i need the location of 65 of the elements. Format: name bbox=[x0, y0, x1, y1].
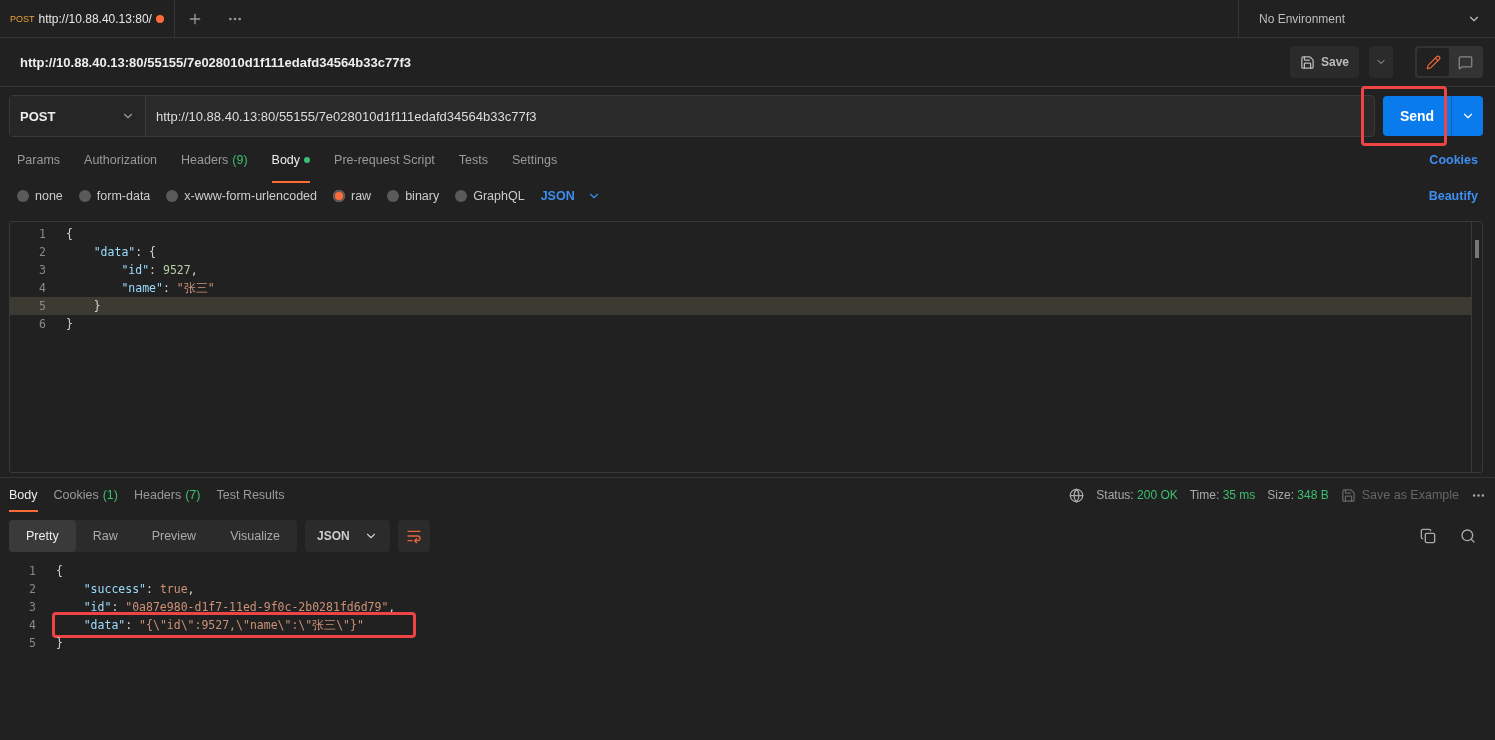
line-number: 3 bbox=[38, 263, 47, 277]
globe-icon[interactable] bbox=[1069, 487, 1085, 503]
pencil-icon[interactable] bbox=[1417, 48, 1449, 76]
request-title: http://10.88.40.13:80/55155/7e028010d1f111edafd34564b33c77f3 bbox=[20, 54, 411, 70]
url-bar[interactable]: POST http://10.88.40.13:80/55155/7e028010d1f111edafd34564b33c77f3 bbox=[9, 95, 1375, 137]
line-number: 4 bbox=[38, 281, 47, 295]
line-number: 4 bbox=[28, 618, 37, 632]
cookies-link[interactable]: Cookies bbox=[1429, 153, 1478, 167]
wrap-icon[interactable] bbox=[397, 520, 430, 552]
code-line: "name": "张三" bbox=[120, 280, 215, 296]
line-number: 6 bbox=[38, 317, 47, 331]
request-section-tab[interactable]: Pre-request Script bbox=[334, 137, 435, 183]
request-section-tab[interactable]: Settings bbox=[512, 137, 558, 183]
line-number: 1 bbox=[38, 227, 47, 241]
body-type-radio[interactable]: none bbox=[17, 189, 63, 203]
response-stat: Status: 200 OK bbox=[1096, 488, 1178, 502]
copy-icon[interactable] bbox=[1420, 528, 1436, 544]
save-button[interactable]: Save bbox=[1289, 46, 1359, 78]
body-type-radio[interactable]: raw bbox=[333, 189, 372, 203]
beautify-link[interactable]: Beautify bbox=[1428, 189, 1478, 203]
code-line: } bbox=[92, 299, 101, 313]
code-line: } bbox=[66, 317, 73, 331]
url-field[interactable]: http://10.88.40.13:80/55155/7e028010d1f111edafd34564b33c77f3 bbox=[146, 96, 1374, 136]
body-type-radio[interactable]: GraphQL bbox=[455, 189, 525, 203]
send-button[interactable]: Send bbox=[1383, 96, 1451, 136]
code-line: { bbox=[56, 564, 63, 578]
response-tab[interactable]: Test Results bbox=[216, 478, 285, 512]
code-line: { bbox=[66, 227, 73, 241]
body-type-radio[interactable]: binary bbox=[387, 189, 440, 203]
body-type-radio[interactable]: form-data bbox=[78, 189, 151, 203]
format-select[interactable]: JSON bbox=[540, 189, 601, 203]
request-section-tab[interactable]: Headers (9) bbox=[181, 137, 248, 183]
code-line: } bbox=[56, 636, 63, 650]
view-tab[interactable]: Preview bbox=[134, 520, 214, 552]
response-tab[interactable]: Headers (7) bbox=[133, 478, 201, 512]
code-line: "success": true, bbox=[82, 582, 195, 596]
line-number: 5 bbox=[38, 299, 47, 313]
tab-title: http://10.88.40.13:80/ bbox=[38, 11, 152, 26]
response-format-select[interactable]: JSON bbox=[304, 520, 390, 552]
response-stat: Size: 348 B bbox=[1267, 488, 1329, 502]
line-number: 5 bbox=[28, 636, 37, 650]
request-section-tab[interactable]: Tests bbox=[458, 137, 488, 183]
view-tab[interactable]: Raw bbox=[75, 520, 135, 552]
request-section-tab[interactable]: Body bbox=[271, 137, 311, 183]
response-tab[interactable]: Body bbox=[9, 478, 38, 512]
method-label: POST bbox=[10, 13, 35, 24]
line-number: 1 bbox=[28, 564, 37, 578]
code-line: "id": "0a87e980-d1f7-11ed-9f0c-2b0281fd6d79", bbox=[82, 600, 396, 614]
request-section-tab[interactable]: Authorization bbox=[84, 137, 158, 183]
line-number: 3 bbox=[28, 600, 37, 614]
code-line: "data": "{\"id\":9527,\"name\":\"张三\"}" bbox=[82, 617, 364, 633]
environment-select[interactable]: No Environment bbox=[1238, 0, 1495, 37]
code-editor[interactable]: 1 { 2 "data": { 3 "id": 9527, 4 "name": "张三" 5 } 6 } bbox=[9, 221, 1483, 473]
line-number: 2 bbox=[28, 582, 37, 596]
code-line: "id": 9527, bbox=[120, 263, 198, 277]
body-type-radio[interactable]: x-www-form-urlencoded bbox=[166, 189, 317, 203]
view-tab[interactable]: Pretty bbox=[9, 520, 76, 552]
search-icon[interactable] bbox=[1460, 528, 1476, 544]
line-number: 2 bbox=[38, 245, 47, 259]
view-tab[interactable]: Visualize bbox=[213, 520, 297, 552]
code-line: "data": { bbox=[92, 245, 157, 259]
response-stat: Time: 35 ms bbox=[1189, 488, 1256, 502]
request-section-tab[interactable]: Params bbox=[17, 137, 61, 183]
method-select[interactable]: POST bbox=[10, 96, 146, 136]
response-tab[interactable]: Cookies (1) bbox=[53, 478, 118, 512]
